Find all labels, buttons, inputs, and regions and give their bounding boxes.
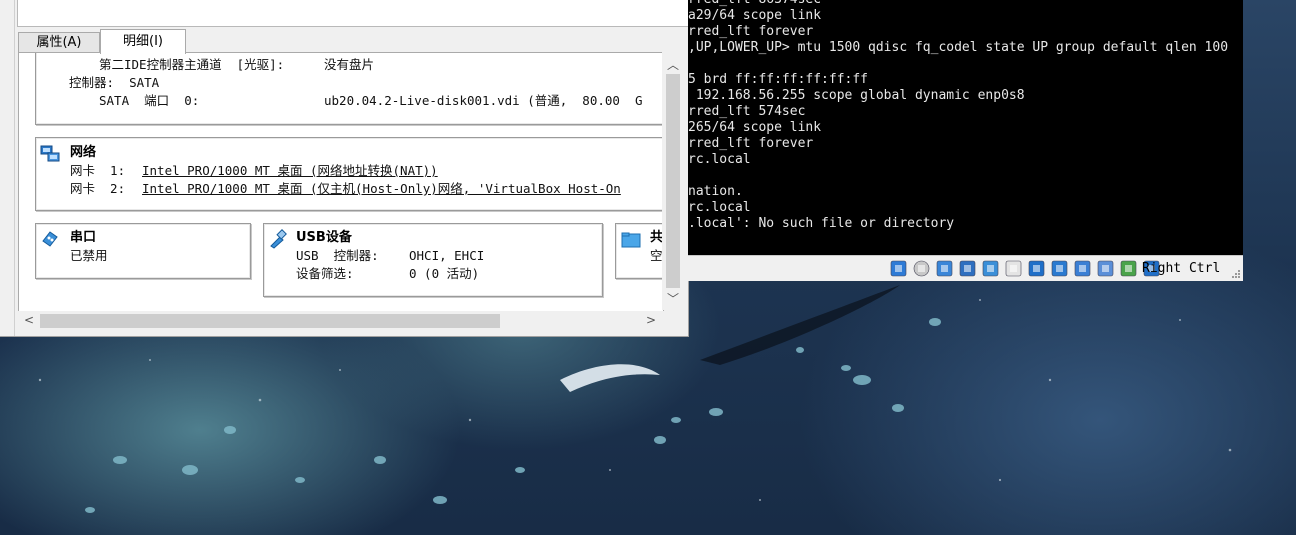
network-section: 网络 网卡 1: Intel PRO/1000 MT 桌面 (网络地址转换(NA… (35, 137, 663, 211)
nic2-label: 网卡 2: (70, 181, 126, 196)
horizontal-scrollbar[interactable]: < > (18, 311, 662, 331)
terminal-line: rred_lft forever (688, 136, 814, 151)
hard-disk-icon[interactable] (890, 260, 907, 277)
shared-folder-icon[interactable] (1005, 260, 1022, 277)
optical-disk-icon[interactable] (913, 260, 930, 277)
serial-title: 串口 (70, 230, 97, 245)
network-title: 网络 (70, 145, 97, 160)
cpu-icon[interactable] (1074, 260, 1091, 277)
virtualization-icon[interactable] (1097, 260, 1114, 277)
host-key-label[interactable]: Right Ctrl (1142, 260, 1220, 277)
nic1-label: 网卡 1: (70, 163, 126, 178)
sata-port-value: ub20.04.2-Live-disk001.vdi (普通, 80.00 G (324, 93, 643, 108)
terminal-line: .local': No such file or directory (688, 216, 955, 231)
terminal-output[interactable]: rred_lft 86374seca29/64 scope linkrred_l… (688, 0, 1243, 255)
terminal-line: rred_lft forever (688, 24, 814, 39)
storage-section: 第二IDE控制器主通道 [光驱]: 没有盘片 控制器: SATA SATA 端口… (35, 53, 663, 125)
scroll-left-icon[interactable]: < (18, 313, 40, 327)
vm-console-window[interactable]: rred_lft 86374seca29/64 scope linkrred_l… (688, 0, 1243, 281)
horizontal-scroll-thumb[interactable] (40, 314, 500, 328)
terminal-line: nation. (688, 184, 743, 199)
display-icon[interactable] (1028, 260, 1045, 277)
nic1-link[interactable]: Intel PRO/1000 MT 桌面 (网络地址转换(NAT)) (142, 162, 438, 180)
vertical-scroll-thumb[interactable] (666, 74, 680, 288)
serial-status: 已禁用 (70, 248, 108, 263)
usb-controller-value: OHCI, EHCI (409, 248, 485, 263)
terminal-line: rc.local (688, 200, 751, 215)
scroll-down-icon[interactable]: ﹀ (662, 290, 684, 307)
top-panel (17, 0, 689, 27)
serial-section: 串口 已禁用 (35, 223, 251, 279)
terminal-line: 192.168.56.255 scope global dynamic enp0… (688, 88, 1025, 103)
sata-port-label: SATA 端口 0: (99, 93, 200, 108)
terminal-line: a29/64 scope link (688, 8, 822, 23)
audio-icon[interactable] (936, 260, 953, 277)
terminal-line: rc.local (688, 152, 751, 167)
network-icon (40, 145, 60, 162)
usb-icon (270, 229, 287, 249)
ide-secondary-value: 没有盘片 (324, 57, 375, 72)
mouse-integration-icon[interactable] (1120, 260, 1137, 277)
scrollbar-corner (662, 311, 684, 331)
terminal-line: rred_lft 86374sec (688, 0, 821, 8)
usb-icon[interactable] (982, 260, 999, 277)
usb-title: USB设备 (296, 230, 352, 245)
tab-details[interactable]: 明细(I) (100, 29, 186, 54)
terminal-line: 265/64 scope link (688, 120, 822, 135)
terminal-line: ,UP,LOWER_UP> mtu 1500 qdisc fq_codel st… (688, 40, 1229, 55)
tab-properties[interactable]: 属性(A) (18, 32, 100, 53)
resize-grip-icon[interactable] (1231, 269, 1241, 279)
network-icon[interactable] (959, 260, 976, 277)
details-content: 第二IDE控制器主通道 [光驱]: 没有盘片 控制器: SATA SATA 端口… (18, 52, 664, 312)
usb-filter-value: 0 (0 活动) (409, 266, 480, 281)
vertical-scrollbar[interactable]: ︿ ﹀ (662, 52, 684, 310)
ide-secondary-label: 第二IDE控制器主通道 [光驱]: (99, 57, 285, 72)
scroll-up-icon[interactable]: ︿ (662, 56, 684, 73)
shared-folders-section: 共 空 (615, 223, 663, 279)
vbox-details-window: 属性(A) 明细(I) 第二IDE控制器主通道 [光驱]: 没有盘片 控制器: … (0, 0, 689, 337)
shared-folders-status: 空 (650, 248, 663, 263)
usb-filter-label: 设备筛选: (296, 266, 354, 281)
usb-controller-label: USB 控制器: (296, 248, 379, 263)
scroll-right-icon[interactable]: > (640, 313, 662, 327)
terminal-line: rred_lft 574sec (688, 104, 806, 119)
nic2-link[interactable]: Intel PRO/1000 MT 桌面 (仅主机(Host-Only)网络, … (142, 180, 621, 198)
terminal-line: 5 brd ff:ff:ff:ff:ff:ff (688, 72, 869, 87)
recording-icon[interactable] (1051, 260, 1068, 277)
usb-section: USB设备 USB 控制器: OHCI, EHCI 设备筛选: 0 (0 活动) (263, 223, 603, 297)
splitter[interactable] (0, 0, 15, 336)
controller-sata: 控制器: SATA (69, 75, 160, 90)
folder-icon (621, 232, 641, 248)
serial-port-icon (42, 231, 58, 247)
vm-status-bar: Right Ctrl (688, 255, 1243, 281)
